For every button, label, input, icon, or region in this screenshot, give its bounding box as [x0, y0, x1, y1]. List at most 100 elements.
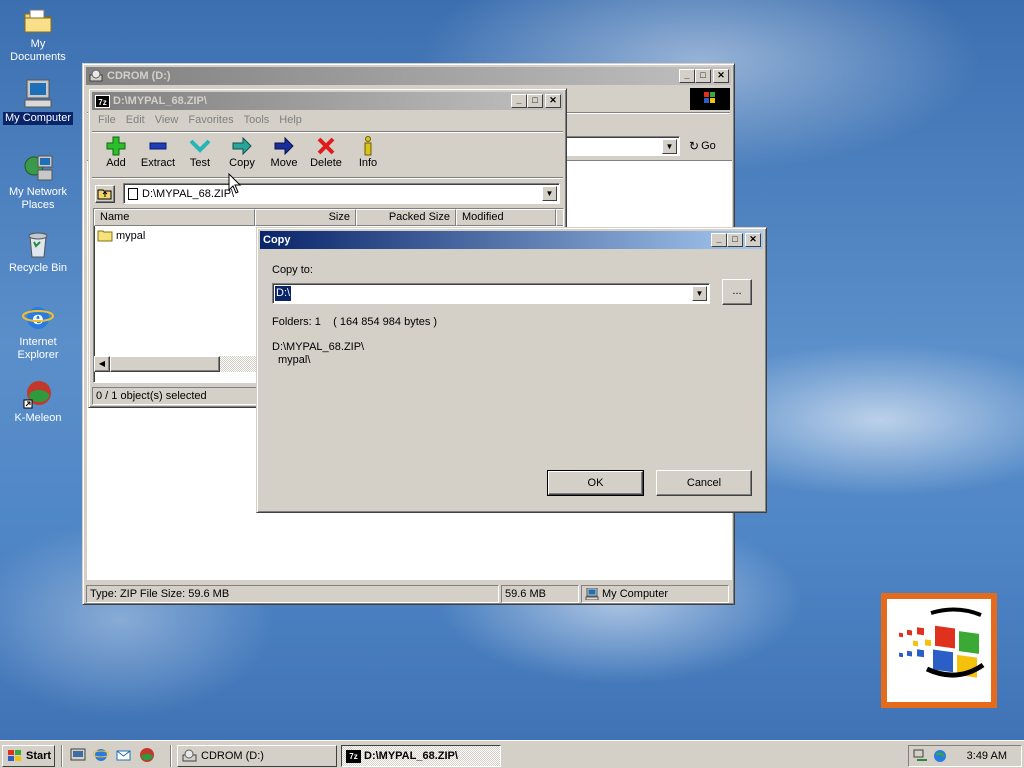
column-header-size[interactable]: Size — [255, 209, 356, 226]
desktop-icon-recycle-bin[interactable]: Recycle Bin — [0, 228, 76, 275]
cdrom-title: CDROM (D:) — [107, 70, 171, 82]
zip-title: D:\MYPAL_68.ZIP\ — [113, 95, 207, 107]
close-button[interactable]: ✕ — [713, 69, 729, 83]
destination-combo[interactable]: D:\ ▼ — [272, 283, 710, 304]
status-type-size: Type: ZIP File Size: 59.6 MB — [86, 585, 499, 603]
internet-explorer-icon[interactable] — [92, 747, 110, 763]
delete-button[interactable]: Delete — [305, 135, 347, 175]
menu-edit[interactable]: Edit — [121, 114, 150, 126]
desktop-icon-label: My Computer — [2, 112, 74, 125]
list-item[interactable]: mypal — [97, 229, 145, 242]
menu-tools[interactable]: Tools — [239, 114, 275, 126]
go-button[interactable]: ↻ Go — [686, 136, 726, 156]
desktop-icon-label: My Network Places — [8, 186, 68, 211]
go-label: Go — [701, 140, 716, 152]
source-item: mypal\ — [278, 354, 311, 366]
extract-button[interactable]: Extract — [137, 135, 179, 175]
source-path: D:\MYPAL_68.ZIP\ — [272, 341, 365, 353]
clock[interactable]: 3:49 AM — [967, 750, 1007, 762]
test-chevron-icon — [179, 135, 221, 157]
scroll-left-button[interactable]: ◀ — [94, 356, 110, 372]
windows-throbber — [690, 88, 730, 110]
folders-info: Folders: 1 ( 164 854 984 bytes ) — [272, 316, 438, 328]
delete-x-icon — [305, 135, 347, 157]
ok-label: OK — [548, 471, 643, 495]
move-button[interactable]: Move — [263, 135, 305, 175]
copy-dialog-title: Copy — [263, 234, 291, 246]
globe-tray-icon[interactable] — [932, 748, 948, 764]
status-location: My Computer — [581, 585, 729, 603]
taskbar: Start CDROM (D:) 7z D:\MYPAL_68.ZIP\ 3:4… — [0, 740, 1024, 768]
minimize-button[interactable]: _ — [711, 233, 727, 247]
desktop-icon-my-documents[interactable]: My Documents — [0, 4, 76, 64]
zip-menubar: File Edit View Favorites Tools Help — [89, 110, 566, 129]
ok-button[interactable]: OK — [547, 470, 644, 496]
column-header-modified[interactable]: Modified — [456, 209, 556, 226]
copy-titlebar[interactable]: Copy _ □ ✕ — [260, 231, 763, 249]
add-label: Add — [106, 157, 126, 169]
mouse-cursor-icon — [228, 172, 242, 195]
info-button[interactable]: Info — [347, 135, 389, 175]
info-label: Info — [358, 157, 378, 169]
chevron-down-icon[interactable]: ▼ — [662, 139, 677, 154]
computer-icon — [585, 587, 599, 601]
copy-label: Copy — [229, 157, 255, 169]
desktop-icon-my-computer[interactable]: My Computer — [0, 78, 76, 125]
copy-dialog[interactable]: Copy _ □ ✕ Copy to: D:\ ▼ ... Folders: 1… — [256, 227, 767, 513]
close-button[interactable]: ✕ — [745, 233, 761, 247]
column-header-packed-size[interactable]: Packed Size — [356, 209, 456, 226]
recycle-bin-icon — [22, 228, 54, 260]
outlook-express-icon[interactable] — [116, 747, 132, 763]
list-item-name: mypal — [116, 229, 146, 242]
cdrom-titlebar[interactable]: CDROM (D:) _ □ ✕ — [86, 67, 731, 85]
show-desktop-icon[interactable] — [70, 747, 86, 763]
desktop-icon-network-places[interactable]: My Network Places — [0, 152, 76, 212]
destination-input[interactable]: D:\ — [275, 286, 292, 301]
move-arrow-icon — [263, 135, 305, 157]
cdrom-statusbar: Type: ZIP File Size: 59.6 MB 59.6 MB My … — [86, 585, 731, 603]
go-arrow-icon: ↻ — [689, 139, 700, 153]
desktop-icon-internet-explorer[interactable]: e Internet Explorer — [0, 302, 76, 362]
task-cdrom-label: CDROM (D:) — [201, 750, 264, 762]
menu-file[interactable]: File — [93, 114, 121, 126]
copy-button[interactable]: Copy — [221, 135, 263, 175]
maximize-button[interactable]: □ — [727, 233, 743, 247]
task-zip[interactable]: 7z D:\MYPAL_68.ZIP\ — [341, 745, 501, 767]
desktop-icon-k-meleon[interactable]: K-Meleon — [0, 378, 76, 425]
cdrom-address-combo[interactable]: ▼ — [563, 136, 680, 156]
copy-arrow-icon — [221, 135, 263, 157]
cancel-button[interactable]: Cancel — [656, 470, 752, 496]
menu-help[interactable]: Help — [274, 114, 307, 126]
scroll-thumb[interactable] — [110, 356, 220, 372]
close-button[interactable]: ✕ — [545, 94, 561, 108]
zip-titlebar[interactable]: 7z D:\MYPAL_68.ZIP\ _ □ ✕ — [92, 92, 563, 110]
quick-launch — [70, 747, 155, 763]
desktop-icon-label: K-Meleon — [14, 412, 62, 424]
folder-icon — [97, 229, 113, 242]
chevron-down-icon[interactable]: ▼ — [542, 186, 557, 201]
start-button[interactable]: Start — [2, 745, 55, 767]
chevron-down-icon[interactable]: ▼ — [692, 286, 707, 301]
copy-to-label: Copy to: — [272, 264, 313, 276]
test-button[interactable]: Test — [179, 135, 221, 175]
k-meleon-icon — [22, 378, 54, 410]
zip-address-combo[interactable]: D:\MYPAL_68.ZIP\ ▼ — [123, 183, 560, 204]
k-meleon-icon[interactable] — [139, 747, 155, 763]
add-button[interactable]: Add — [95, 135, 137, 175]
column-header-name[interactable]: Name — [94, 209, 255, 226]
maximize-button[interactable]: □ — [527, 94, 543, 108]
menu-view[interactable]: View — [150, 114, 184, 126]
up-folder-button[interactable] — [95, 185, 115, 203]
browse-button[interactable]: ... — [722, 279, 752, 305]
test-label: Test — [189, 157, 211, 169]
minimize-button[interactable]: _ — [679, 69, 695, 83]
maximize-button[interactable]: □ — [695, 69, 711, 83]
info-icon — [347, 135, 389, 157]
network-tray-icon[interactable] — [913, 748, 929, 764]
7zip-icon: 7z — [346, 749, 361, 763]
zip-address-text: D:\MYPAL_68.ZIP\ — [142, 187, 235, 200]
document-icon — [128, 187, 138, 200]
minimize-button[interactable]: _ — [511, 94, 527, 108]
menu-favorites[interactable]: Favorites — [183, 114, 238, 126]
task-cdrom[interactable]: CDROM (D:) — [177, 745, 337, 767]
